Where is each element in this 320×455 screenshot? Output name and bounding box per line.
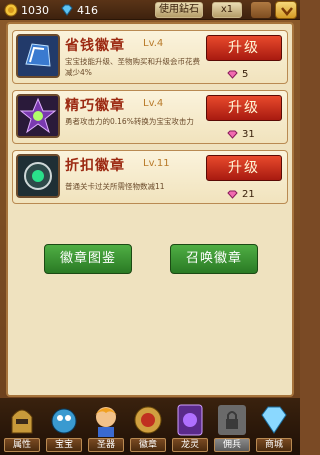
upgrade-button[interactable]: 升级: [206, 95, 282, 121]
cost-value: 31: [242, 129, 255, 140]
emblem-saving-icon: [16, 34, 60, 78]
summon-emblem-button[interactable]: 召唤徽章: [170, 244, 258, 274]
emblem-desc: 勇者攻击力的0.16%转换为宝宝攻击力: [65, 117, 194, 126]
dragon-card-icon: [177, 404, 203, 436]
upgrade-button[interactable]: 升级: [206, 155, 282, 181]
resource-bar: 1030 416 使用鉆石 x1: [0, 0, 300, 20]
emblem-card-saving: 省钱徽章 Lv.4 宝宝技能升级、圣物购买和升级会币花费减少4% 升级 5: [12, 30, 288, 84]
lock-icon: [218, 405, 246, 435]
upgrade-cost: 31: [227, 129, 255, 140]
gem-counter: 416: [60, 2, 98, 18]
emblem-skillful-icon: [16, 94, 60, 138]
upgrade-cost: 5: [227, 69, 248, 80]
emblem-desc: 普通关卡过关所需怪物数减11: [65, 182, 165, 191]
gold-value: 1030: [21, 3, 49, 17]
gold-counter: 1030: [4, 2, 49, 18]
gold-icon: [4, 3, 18, 17]
emblem-name: 省钱徽章: [65, 38, 125, 54]
emblem-level: Lv.4: [143, 38, 164, 49]
emblem-card-skillful: 精巧徽章 Lv.4 勇者攻击力的0.16%转换为宝宝攻击力 升级 31: [12, 90, 288, 144]
nav-relics[interactable]: 圣器: [88, 398, 124, 455]
emblem-card-discount: 折扣徽章 Lv.11 普通关卡过关所需怪物数减11 升级 21: [12, 150, 288, 204]
bottom-nav: 属性 宝宝 圣器 徽章 龙灵 佣兵 商城: [0, 398, 300, 455]
game-screen: 1030 416 使用鉆石 x1 省钱徽章 Lv.4 宝宝技能升级、圣物购买和升…: [0, 0, 300, 455]
emblem-level: Lv.11: [143, 158, 170, 169]
gem-value: 416: [77, 3, 98, 17]
emblem-name: 折扣徽章: [65, 158, 125, 174]
emblem-book-button[interactable]: 徽章图鉴: [44, 244, 132, 274]
hero-icon: [95, 407, 117, 437]
pink-gem-icon: [227, 130, 238, 139]
emblem-level: Lv.4: [143, 98, 164, 109]
pet-icon: [51, 408, 77, 434]
collapse-toggle[interactable]: [251, 2, 271, 18]
diamond-icon: [261, 406, 287, 434]
nav-dragon-spirit[interactable]: 龙灵: [172, 398, 208, 455]
nav-attributes[interactable]: 属性: [4, 398, 40, 455]
nav-label: 圣器: [88, 438, 124, 452]
nav-label: 徽章: [130, 438, 166, 452]
nav-label: 宝宝: [46, 438, 82, 452]
nav-shop[interactable]: 商城: [256, 398, 292, 455]
use-gem-button[interactable]: 使用鉆石: [155, 2, 203, 18]
nav-emblems[interactable]: 徽章: [130, 398, 166, 455]
upgrade-cost: 21: [227, 189, 255, 200]
chevron-down-button[interactable]: [275, 1, 297, 19]
cost-value: 5: [242, 69, 249, 80]
badge-icon: [134, 406, 162, 434]
nav-pets[interactable]: 宝宝: [46, 398, 82, 455]
upgrade-button[interactable]: 升级: [206, 35, 282, 61]
emblem-discount-icon: [16, 154, 60, 198]
nav-mercenary[interactable]: 佣兵: [214, 398, 250, 455]
emblem-desc: 宝宝技能升级、圣物购买和升级会币花费减少4%: [65, 57, 200, 77]
nav-label: 商城: [256, 438, 292, 452]
nav-label: 佣兵: [214, 438, 250, 452]
multiplier-button[interactable]: x1: [212, 2, 242, 18]
nav-label: 龙灵: [172, 438, 208, 452]
gem-icon: [61, 4, 73, 16]
nav-label: 属性: [4, 438, 40, 452]
chevron-down-icon: [281, 7, 293, 16]
helmet-icon: [11, 409, 33, 434]
pink-gem-icon: [227, 190, 238, 199]
emblem-name: 精巧徽章: [65, 98, 125, 114]
emblem-panel: 省钱徽章 Lv.4 宝宝技能升级、圣物购买和升级会币花费减少4% 升级 5 精巧…: [6, 22, 294, 397]
pink-gem-icon: [227, 70, 238, 79]
cost-value: 21: [242, 189, 255, 200]
